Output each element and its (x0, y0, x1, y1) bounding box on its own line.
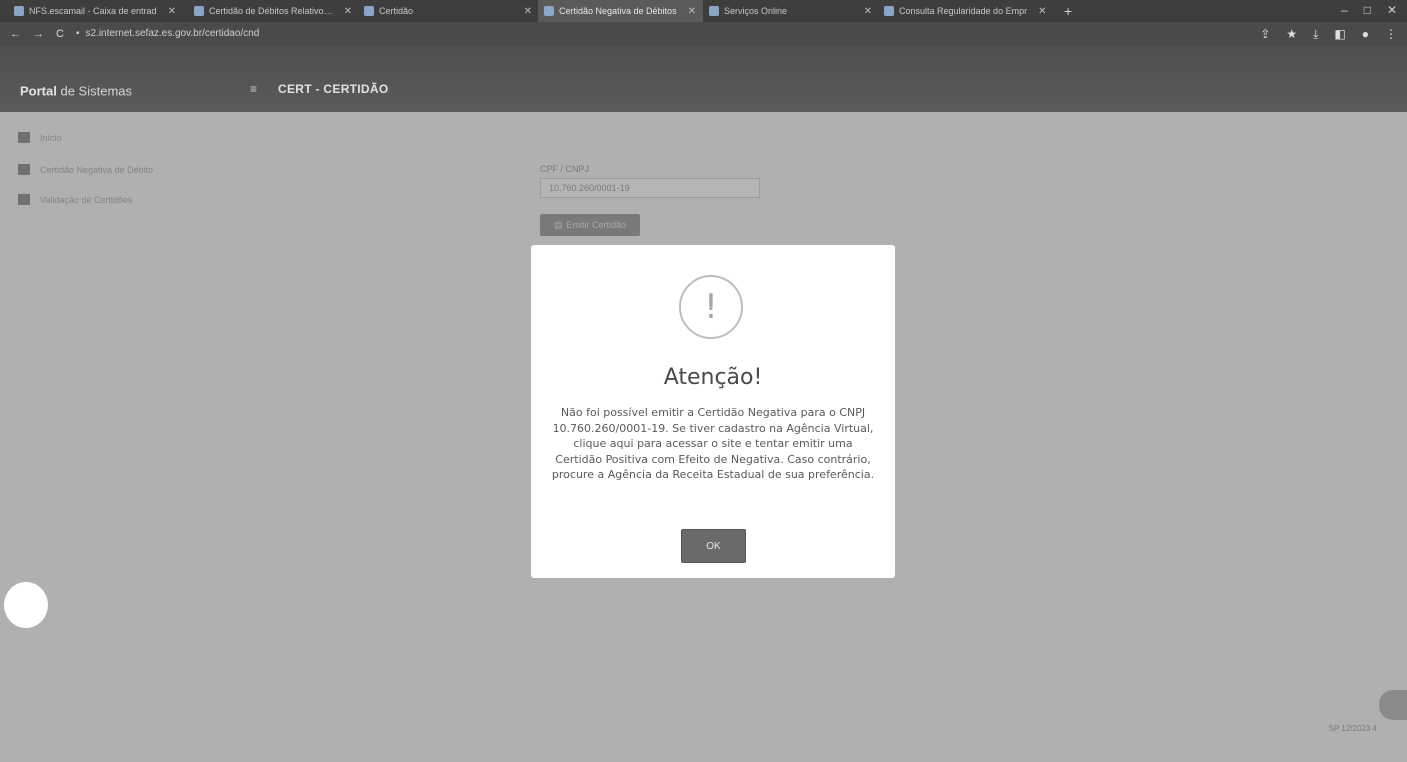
window-controls: – □ ✕ (1341, 3, 1397, 17)
url-field[interactable]: ▪ s2.internet.sefaz.es.gov.br/certidao/c… (76, 26, 596, 42)
mail-icon (14, 6, 24, 16)
url-text: s2.internet.sefaz.es.gov.br/certidao/cnd (85, 28, 260, 39)
browser-tab[interactable]: Certidão ✕ (358, 0, 538, 22)
browser-tab-active[interactable]: Certidão Negativa de Débitos ✕ (538, 0, 703, 22)
page-icon (194, 6, 204, 16)
close-icon[interactable]: ✕ (168, 6, 176, 17)
minimize-icon[interactable]: – (1341, 3, 1348, 17)
tab-title: Consulta Regularidade do Empr (899, 6, 1028, 16)
lock-icon: ▪ (75, 28, 80, 39)
download-icon[interactable]: ⤓ (1313, 27, 1318, 42)
close-window-icon[interactable]: ✕ (1387, 3, 1397, 17)
close-icon[interactable]: ✕ (1038, 6, 1046, 17)
browser-tab-bar: NFS.escamail - Caixa de entrad ✕ Certidã… (0, 0, 1407, 22)
address-bar: ← → C ▪ s2.internet.sefaz.es.gov.br/cert… (0, 22, 1407, 46)
footer-time: SP 12/2023 4 (1328, 724, 1377, 733)
close-icon[interactable]: ✕ (688, 6, 696, 17)
browser-tab[interactable]: Serviços Online ✕ (703, 0, 878, 22)
page-icon (364, 6, 374, 16)
portal-title-bold: Portal (20, 83, 57, 99)
warning-icon: ! (679, 275, 743, 339)
page-icon (884, 6, 894, 16)
browser-tab[interactable]: NFS.escamail - Caixa de entrad ✕ (8, 0, 188, 22)
page-icon (544, 6, 554, 16)
toolbar-icons: ⇪ ★ ⤓ ◧ ● ⋮ (1260, 27, 1397, 42)
page-icon (709, 6, 719, 16)
profile-icon[interactable]: ● (1362, 27, 1369, 42)
module-title: CERT - CERTIDÃO (278, 82, 389, 96)
close-icon[interactable]: ✕ (864, 6, 872, 17)
sidepanel-icon[interactable]: ◧ (1334, 27, 1345, 42)
menu-icon[interactable]: ⋮ (1385, 27, 1397, 42)
browser-tab[interactable]: Certidão de Débitos Relativos a ✕ (188, 0, 358, 22)
dialog-message: Não foi possível emitir a Certidão Negat… (551, 406, 875, 481)
portal-title[interactable]: Portal de Sistemas (20, 84, 132, 99)
new-tab-icon[interactable]: + (1064, 3, 1072, 19)
share-icon[interactable]: ⇪ (1260, 27, 1270, 42)
tab-title: NFS.escamail - Caixa de entrad (29, 6, 157, 16)
ok-button[interactable]: OK (681, 529, 746, 563)
star-icon[interactable]: ★ (1286, 27, 1297, 42)
tab-title: Certidão Negativa de Débitos (559, 6, 677, 16)
menu-toggle-icon[interactable]: ≡ (250, 82, 257, 96)
chat-widget-icon[interactable] (1379, 690, 1407, 720)
alert-dialog: ! Atenção! Não foi possível emitir a Cer… (531, 245, 895, 578)
tab-title: Certidão de Débitos Relativos a (209, 6, 333, 16)
reload-icon[interactable]: C (56, 28, 64, 40)
maximize-icon[interactable]: □ (1364, 3, 1371, 17)
tab-title: Certidão (379, 6, 414, 16)
dialog-title: Atenção! (663, 365, 763, 390)
close-icon[interactable]: ✕ (344, 6, 352, 17)
portal-title-rest: de Sistemas (60, 83, 133, 99)
browser-tab[interactable]: Consulta Regularidade do Empr ✕ (878, 0, 1058, 22)
tab-title: Serviços Online (724, 6, 788, 16)
scan-artifact (4, 582, 48, 628)
forward-icon[interactable]: → (33, 28, 44, 40)
close-icon[interactable]: ✕ (524, 6, 532, 17)
back-icon[interactable]: ← (10, 28, 21, 40)
app-header: Portal de Sistemas ≡ CERT - CERTIDÃO (0, 46, 1407, 112)
